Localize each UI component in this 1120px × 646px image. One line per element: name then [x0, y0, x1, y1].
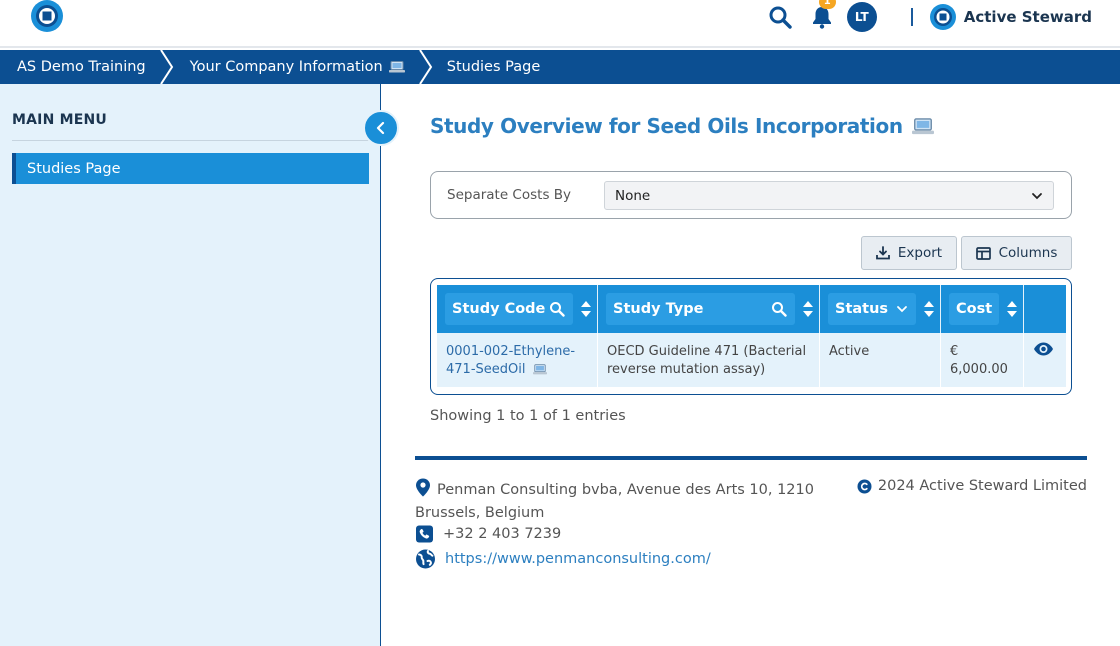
computer-icon — [532, 364, 547, 375]
top-right-toolbar: 1 LT Active Steward — [767, 0, 1092, 34]
column-header-study-type[interactable]: Study Type — [598, 285, 820, 333]
sort-icon[interactable] — [1007, 301, 1017, 317]
computer-icon — [388, 61, 405, 73]
export-button-label: Export — [897, 245, 943, 261]
sidebar-divider — [12, 140, 369, 141]
breadcrumb-label: Studies Page — [446, 59, 541, 75]
footer-phone: +32 2 403 7239 — [415, 525, 561, 543]
breadcrumb: AS Demo Training Your Company Informatio… — [0, 50, 1120, 84]
sort-icon[interactable] — [803, 301, 813, 317]
column-header-study-code[interactable]: Study Code — [437, 285, 598, 333]
sort-icon[interactable] — [924, 301, 934, 317]
studies-table: Study Code Study Type Status Cost 0001-0… — [430, 278, 1072, 395]
chevron-down-icon — [897, 306, 907, 313]
column-header-cell: Study Code — [445, 293, 573, 325]
sidebar-title: MAIN MENU — [12, 112, 107, 128]
copyright-icon — [857, 479, 872, 493]
column-header-status[interactable]: Status — [820, 285, 941, 333]
cell-cost: € 6,000.00 — [941, 333, 1024, 387]
breadcrumb-label: Your Company Information — [189, 59, 383, 75]
study-code-line1: 0001-002-Ethylene- — [446, 344, 576, 359]
footer-copyright: 2024 Active Steward Limited — [857, 478, 1087, 494]
footer-website: https://www.penmanconsulting.com/ — [415, 549, 711, 569]
view-eye-icon[interactable] — [1033, 341, 1054, 357]
column-header-label: Status — [835, 301, 889, 317]
export-button[interactable]: Export — [861, 236, 957, 270]
separate-costs-value: None — [615, 187, 651, 204]
columns-button[interactable]: Columns — [961, 236, 1072, 270]
search-icon[interactable] — [771, 301, 787, 317]
footer-address: Penman Consulting bvba, Avenue des Arts … — [415, 478, 835, 525]
columns-icon — [975, 246, 991, 260]
cell-study-type: OECD Guideline 471 (Bacterial reverse mu… — [598, 333, 820, 387]
top-bar: 1 LT Active Steward — [0, 0, 1120, 48]
footer-phone-number: +32 2 403 7239 — [443, 526, 562, 542]
phone-icon — [416, 525, 433, 543]
column-header-label: Study Type — [613, 301, 704, 317]
sort-icon[interactable] — [581, 301, 591, 317]
footer-website-link[interactable]: https://www.penmanconsulting.com/ — [445, 551, 711, 567]
chevron-down-icon — [1032, 193, 1042, 200]
column-header-cell: Study Type — [606, 293, 795, 325]
user-avatar[interactable]: LT — [846, 2, 877, 32]
sidebar: MAIN MENU Studies Page — [0, 84, 381, 646]
globe-icon — [416, 549, 435, 569]
page-title-text: Study Overview for Seed Oils Incorporati… — [430, 114, 903, 138]
cell-actions — [1024, 333, 1066, 387]
footer-divider — [415, 456, 1087, 460]
cost-filter-panel: Separate Costs By None — [430, 171, 1072, 219]
cell-status: Active — [820, 333, 941, 387]
column-header-actions — [1024, 285, 1066, 333]
breadcrumb-item-company-information[interactable]: Your Company Information — [176, 50, 417, 84]
cell-study-code[interactable]: 0001-002-Ethylene- 471-SeedOil — [437, 333, 598, 387]
sidebar-item-label: Studies Page — [27, 160, 121, 177]
column-header-cost[interactable]: Cost — [941, 285, 1024, 333]
study-type-line2: reverse mutation assay) — [607, 362, 766, 377]
column-header-cell: Cost — [949, 293, 999, 325]
app-logo-icon[interactable] — [29, 0, 65, 34]
table-entries-info: Showing 1 to 1 of 1 entries — [430, 408, 626, 424]
search-icon[interactable] — [549, 301, 565, 317]
download-icon — [875, 246, 890, 260]
separate-costs-select[interactable]: None — [604, 181, 1054, 210]
breadcrumb-chevron-icon — [418, 50, 432, 84]
study-code-line2: 471-SeedOil — [446, 362, 526, 377]
column-header-label: Cost — [956, 301, 993, 317]
separate-costs-label: Separate Costs By — [447, 187, 572, 203]
breadcrumb-label: AS Demo Training — [17, 59, 146, 75]
columns-button-label: Columns — [998, 245, 1058, 261]
computer-icon — [911, 117, 934, 134]
column-header-cell[interactable]: Status — [828, 293, 916, 325]
sidebar-collapse-button[interactable] — [363, 110, 399, 146]
map-marker-icon — [416, 478, 430, 497]
table-header: Study Code Study Type Status Cost — [437, 285, 1066, 333]
notifications-bell-icon[interactable]: 1 — [809, 0, 836, 30]
brand-logo-icon — [929, 4, 956, 30]
footer-copyright-text: 2024 Active Steward Limited — [877, 478, 1087, 494]
column-header-label: Study Code — [452, 301, 546, 317]
brand-name: Active Steward — [963, 8, 1092, 26]
footer-address-line1: Penman Consulting bvba, Avenue des Arts … — [437, 482, 814, 498]
table-row[interactable]: 0001-002-Ethylene- 471-SeedOil OECD Guid… — [437, 333, 1066, 387]
footer-address-line2: Brussels, Belgium — [415, 505, 545, 521]
search-icon[interactable] — [767, 4, 793, 30]
sidebar-item-studies-page[interactable]: Studies Page — [12, 153, 369, 184]
breadcrumb-item-demo-training[interactable]: AS Demo Training — [0, 50, 158, 84]
breadcrumb-item-studies-page[interactable]: Studies Page — [435, 50, 541, 84]
study-type-line1: OECD Guideline 471 (Bacterial — [607, 344, 807, 359]
page-title: Study Overview for Seed Oils Incorporati… — [430, 114, 934, 138]
chevron-left-icon — [376, 121, 385, 135]
toolbar-divider — [910, 8, 913, 26]
breadcrumb-chevron-icon — [159, 50, 173, 84]
